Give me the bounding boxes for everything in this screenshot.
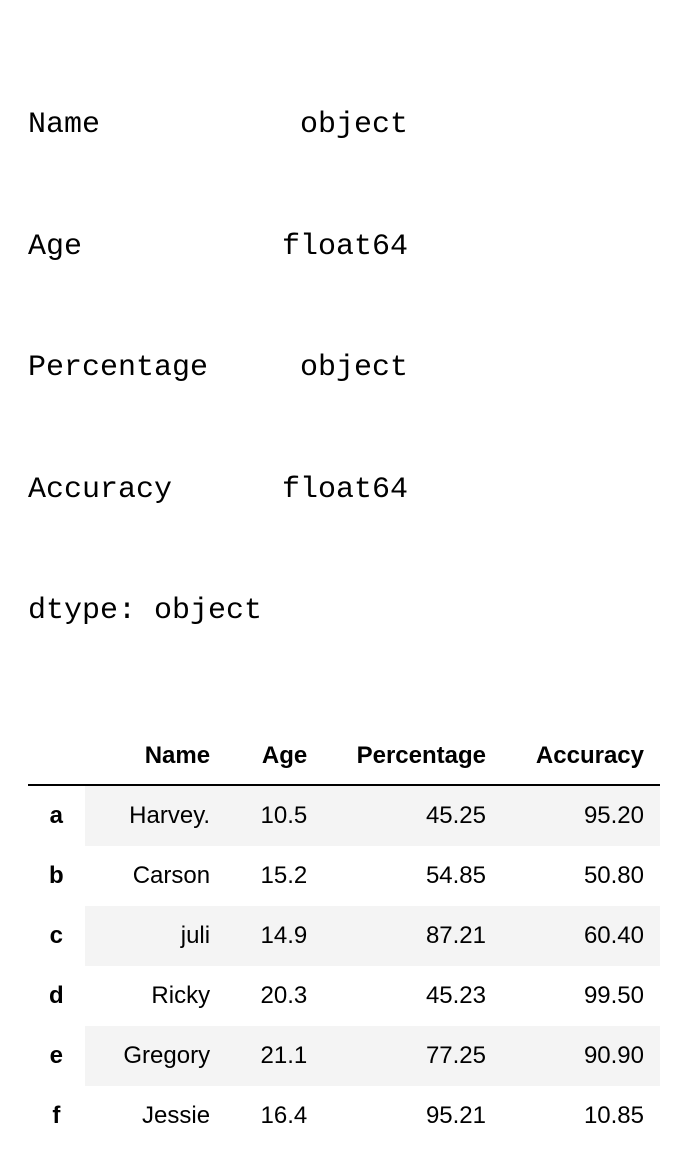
row-index: f [28,1086,85,1146]
dtype-value: object [258,105,408,146]
cell-percentage: 95.21 [323,1086,502,1146]
cell-accuracy: 99.50 [502,966,660,1026]
cell-percentage: 45.23 [323,966,502,1026]
dtype-label: Name [28,105,258,146]
dtype-value: float64 [258,227,408,268]
cell-age: 21.1 [226,1026,323,1086]
table-row: d Ricky 20.3 45.23 99.50 [28,966,660,1026]
cell-accuracy: 50.80 [502,846,660,906]
cell-age: 20.3 [226,966,323,1026]
cell-name: Carson [85,846,226,906]
cell-age: 14.9 [226,906,323,966]
cell-age: 16.4 [226,1086,323,1146]
table-header-row: Name Age Percentage Accuracy [28,728,660,785]
row-index: a [28,785,85,846]
cell-accuracy: 10.85 [502,1086,660,1146]
table-row: c juli 14.9 87.21 60.40 [28,906,660,966]
row-index: d [28,966,85,1026]
cell-name: Harvey. [85,785,226,846]
table-row: b Carson 15.2 54.85 50.80 [28,846,660,906]
table-corner [28,728,85,785]
cell-percentage: 77.25 [323,1026,502,1086]
cell-age: 10.5 [226,785,323,846]
column-header-accuracy: Accuracy [502,728,660,785]
dtype-row: Age float64 [28,227,660,268]
cell-accuracy: 90.90 [502,1026,660,1086]
column-header-name: Name [85,728,226,785]
dtype-value: object [258,348,408,389]
dtype-label: Age [28,227,258,268]
dtype-row: Percentage object [28,348,660,389]
table-row: e Gregory 21.1 77.25 90.90 [28,1026,660,1086]
cell-age: 15.2 [226,846,323,906]
dtype-row: Name object [28,105,660,146]
cell-percentage: 87.21 [323,906,502,966]
column-header-age: Age [226,728,323,785]
cell-name: Ricky [85,966,226,1026]
table-row: a Harvey. 10.5 45.25 95.20 [28,785,660,846]
dtype-output: Name object Age float64 Percentage objec… [28,24,660,672]
row-index: e [28,1026,85,1086]
cell-accuracy: 95.20 [502,785,660,846]
dtype-label: Accuracy [28,470,258,511]
cell-name: Jessie [85,1086,226,1146]
dataframe-table: Name Age Percentage Accuracy a Harvey. 1… [28,728,660,1146]
cell-name: Gregory [85,1026,226,1086]
dtype-value: float64 [258,470,408,511]
dtype-footer: dtype: object [28,591,660,632]
dtype-row: Accuracy float64 [28,470,660,511]
cell-percentage: 45.25 [323,785,502,846]
row-index: b [28,846,85,906]
cell-accuracy: 60.40 [502,906,660,966]
table-row: f Jessie 16.4 95.21 10.85 [28,1086,660,1146]
column-header-percentage: Percentage [323,728,502,785]
cell-name: juli [85,906,226,966]
dtype-label: Percentage [28,348,258,389]
cell-percentage: 54.85 [323,846,502,906]
row-index: c [28,906,85,966]
